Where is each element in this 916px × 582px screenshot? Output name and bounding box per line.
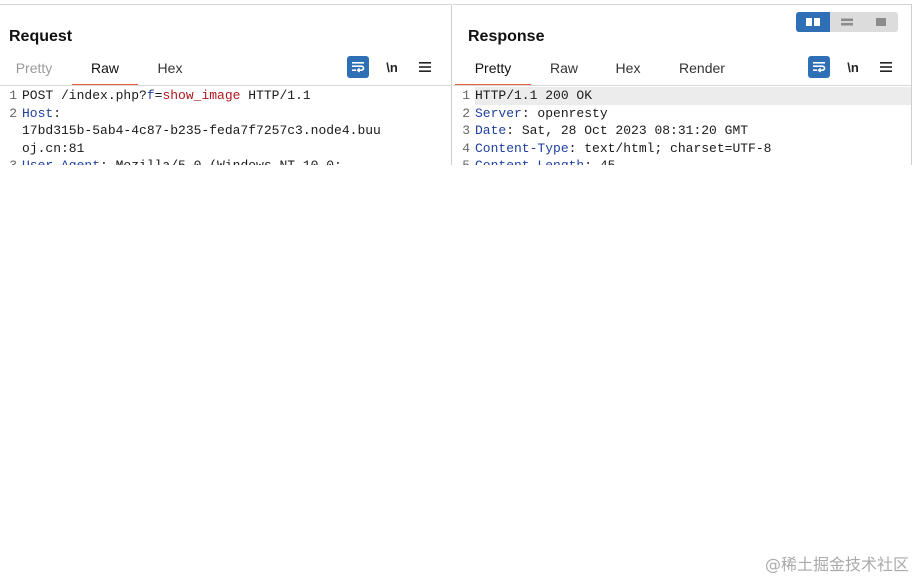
header-key: Content-Length bbox=[475, 158, 584, 165]
show-newlines-toggle[interactable]: \n bbox=[381, 56, 403, 78]
line-number: 1 bbox=[9, 88, 17, 103]
editor-line: 3 Date: Sat, 28 Oct 2023 08:31:20 GMT bbox=[453, 122, 911, 140]
editor-line: 2 Server: openresty bbox=[453, 105, 911, 123]
response-tab-raw[interactable]: Raw bbox=[539, 59, 589, 86]
header-key: Server bbox=[475, 105, 522, 121]
line-code: User-Agent: Mozilla/5.0 (Windows NT 10.0… bbox=[22, 157, 451, 165]
code-text: : bbox=[53, 105, 62, 121]
response-tab-hex[interactable]: Hex bbox=[605, 59, 651, 86]
editor-line: 1 POST /index.php?f=show_image HTTP/1.1 bbox=[0, 87, 451, 105]
show-newlines-toggle[interactable]: \n bbox=[842, 56, 864, 78]
request-tab-raw[interactable]: Raw bbox=[72, 59, 138, 86]
editor-line: 5Content-Length: 45 bbox=[453, 157, 911, 165]
request-editor[interactable]: 1 POST /index.php?f=show_image HTTP/1.1 2 H… bbox=[0, 86, 451, 165]
http-message-editor: Request Pretty Raw Hex \n 1 POST /index.… bbox=[0, 0, 916, 165]
editor-line: oj.cn:81 bbox=[0, 140, 451, 158]
line-number bbox=[0, 122, 22, 140]
editor-line: 3User-Agent: Mozilla/5.0 (Windows NT 10.… bbox=[0, 157, 451, 165]
header-key: Content-Type bbox=[475, 140, 569, 156]
header-key: f bbox=[146, 88, 155, 103]
request-title: Request bbox=[9, 28, 73, 45]
editor-line: 1 HTTP/1.1 200 OK bbox=[453, 87, 911, 105]
param-value: show_image bbox=[162, 88, 241, 103]
stacked-layout-icon[interactable] bbox=[830, 12, 864, 32]
line-code: HTTP/1.1 200 OK bbox=[475, 87, 911, 105]
code-text: HTTP/1.1 bbox=[240, 88, 311, 103]
code-text: : Mozilla/5.0 (Windows NT 10.0; bbox=[100, 158, 342, 165]
line-number: 1 bbox=[462, 88, 470, 103]
header-key: Host bbox=[22, 105, 54, 121]
line-number: 2 bbox=[9, 105, 17, 121]
editor-line: 4 Content-Type: text/html; charset=UTF-8 bbox=[453, 140, 911, 158]
hamburger-menu-icon[interactable] bbox=[875, 56, 897, 78]
hamburger-menu-icon[interactable] bbox=[414, 56, 436, 78]
watermark: @稀土掘金技术社区 bbox=[764, 555, 909, 574]
request-tab-pretty[interactable]: Pretty bbox=[6, 59, 62, 86]
code-text: POST /index.php? bbox=[22, 88, 147, 103]
response-editor[interactable]: 1 HTTP/1.1 200 OK 2 Server: openresty 3 Date:… bbox=[453, 86, 911, 165]
layout-switch bbox=[796, 12, 898, 32]
line-number: 4 bbox=[462, 140, 470, 156]
line-code: Server: openresty bbox=[475, 105, 911, 123]
wrap-lines-icon[interactable] bbox=[808, 56, 830, 78]
line-code: 17bd315b-5ab4-4c87-b235-feda7f7257c3.nod… bbox=[22, 122, 451, 140]
side-by-side-layout-icon[interactable] bbox=[796, 12, 830, 32]
code-text: 17bd315b-5ab4-4c87-b235-feda7f7257c3.nod… bbox=[22, 123, 381, 138]
line-number: 3 bbox=[462, 123, 470, 138]
editor-line: 17bd315b-5ab4-4c87-b235-feda7f7257c3.nod… bbox=[0, 122, 451, 140]
line-code: oj.cn:81 bbox=[22, 140, 451, 158]
code-text: : Sat, 28 Oct 2023 08:31:20 GMT bbox=[506, 123, 749, 138]
line-number: 3 bbox=[0, 157, 22, 165]
response-title: Response bbox=[468, 28, 545, 45]
code-text: : text/html; charset=UTF-8 bbox=[568, 140, 772, 156]
request-tab-hex[interactable]: Hex bbox=[144, 59, 196, 86]
code-text: : 45 bbox=[584, 158, 615, 165]
code-text: : openresty bbox=[521, 105, 608, 121]
wrap-lines-icon[interactable] bbox=[347, 56, 369, 78]
code-text: oj.cn:81 bbox=[22, 140, 85, 156]
header-key: Date bbox=[475, 123, 507, 138]
line-number: 5 bbox=[453, 157, 475, 165]
editor-line: 2 Host: bbox=[0, 105, 451, 123]
line-code: Content-Type: text/html; charset=UTF-8 bbox=[475, 140, 911, 158]
line-code: Date: Sat, 28 Oct 2023 08:31:20 GMT bbox=[475, 122, 911, 140]
header-key: User-Agent bbox=[22, 158, 100, 165]
request-pane: Request Pretty Raw Hex \n 1 POST /index.… bbox=[0, 4, 452, 165]
response-tab-render[interactable]: Render bbox=[669, 59, 735, 86]
line-code: Content-Length: 45 bbox=[475, 157, 911, 165]
line-code: POST /index.php?f=show_image HTTP/1.1 bbox=[22, 87, 451, 105]
single-pane-layout-icon[interactable] bbox=[864, 12, 898, 32]
response-tab-pretty[interactable]: Pretty bbox=[455, 59, 531, 86]
line-code: Host: bbox=[22, 105, 451, 123]
code-text: HTTP/1.1 200 OK bbox=[475, 88, 593, 103]
line-number bbox=[0, 140, 22, 158]
line-number: 2 bbox=[462, 105, 470, 121]
